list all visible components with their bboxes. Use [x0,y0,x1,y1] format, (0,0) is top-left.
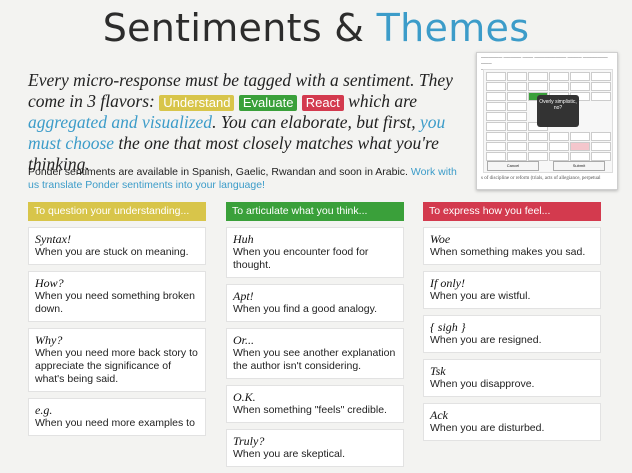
sentiment-term: Syntax! [35,232,71,246]
sentiment-card[interactable]: How? When you need something broken down… [28,271,206,322]
understand-tag: Understand [159,95,235,111]
react-tag: React [301,95,344,111]
sentiment-desc: When you need more examples to [35,417,195,429]
sentiment-desc: When you need more back story to appreci… [35,347,198,385]
sentiment-desc: When you are disturbed. [430,422,545,434]
sentiment-card[interactable]: Tsk When you disapprove. [423,359,601,397]
sentiment-term: { sigh } [430,320,466,334]
sentiment-card[interactable]: Truly? When you are skeptical. [226,429,404,467]
sentiment-term: Why? [35,333,63,347]
sentiment-term: Or... [233,333,255,347]
sentiment-term: e.g. [35,403,53,417]
sentiment-picker-preview: ────── ───── ─── ───────── ──── ─────── … [476,52,618,190]
understand-column: To question your understanding... Syntax… [28,202,206,442]
sentiment-card[interactable]: Apt! When you find a good analogy. [226,284,404,322]
sentiment-term: Ack [430,408,448,422]
sentiment-desc: When something makes you sad. [430,246,586,258]
title-main: Sentiments & [102,6,377,50]
understand-column-heading: To question your understanding... [28,202,206,221]
evaluate-tag: Evaluate [238,95,298,111]
intro-paragraph: Every micro-response must be tagged with… [28,70,468,175]
sentiment-card[interactable]: Woe When something makes you sad. [423,227,601,265]
page-title: Sentiments & Themes [0,6,632,50]
sentiment-term: Apt! [233,289,254,303]
intro-text-2: which are [343,91,417,111]
evaluate-column-heading: To articulate what you think... [226,202,404,221]
sentiment-desc: When something "feels" credible. [233,404,387,416]
sentiment-term: Truly? [233,434,265,448]
sentiment-term: Woe [430,232,451,246]
sentiment-term: O.K. [233,390,256,404]
sentiment-term: How? [35,276,64,290]
intro-text-3: . You can elaborate, but first, [212,112,420,132]
sentiment-card[interactable]: { sigh } When you are resigned. [423,315,601,353]
sentiment-desc: When you encounter food for thought. [233,246,369,271]
sentiment-desc: When you disapprove. [430,378,535,390]
sentiment-card[interactable]: Huh When you encounter food for thought. [226,227,404,278]
aggregated-link[interactable]: aggregated and visualized [28,112,212,132]
sentiment-card[interactable]: O.K. When something "feels" credible. [226,385,404,423]
preview-footer-text: s of discipline or reform (trials, acts … [481,176,601,181]
sentiment-card[interactable]: Why? When you need more back story to ap… [28,328,206,392]
sentiment-term: Tsk [430,364,446,378]
preview-submit-button: Submit [553,161,605,171]
sentiment-desc: When you are wistful. [430,290,531,302]
sentiment-card[interactable]: Ack When you are disturbed. [423,403,601,441]
title-accent: Themes [376,6,530,50]
sentiment-desc: When you are stuck on meaning. [35,246,189,258]
react-column: To express how you feel... Woe When some… [423,202,601,447]
sentiment-desc: When you see another explanation the aut… [233,347,396,372]
sentiment-card[interactable]: Syntax! When you are stuck on meaning. [28,227,206,265]
sentiment-card[interactable]: Or... When you see another explanation t… [226,328,404,379]
preview-tooltip: Overly simplistic, no? [537,95,579,127]
sentiment-term: If only! [430,276,465,290]
sentiment-desc: When you are resigned. [430,334,542,346]
evaluate-column: To articulate what you think... Huh When… [226,202,404,473]
translation-note-text: Ponder sentiments are available in Spani… [28,166,411,178]
sentiment-term: Huh [233,232,254,246]
react-column-heading: To express how you feel... [423,202,601,221]
sentiment-card[interactable]: e.g. When you need more examples to [28,398,206,436]
translation-note: Ponder sentiments are available in Spani… [28,166,468,192]
preview-cancel-button: Cancel [487,161,539,171]
sentiment-desc: When you are skeptical. [233,448,346,460]
sentiment-desc: When you need something broken down. [35,290,195,315]
sentiment-card[interactable]: If only! When you are wistful. [423,271,601,309]
sentiment-desc: When you find a good analogy. [233,303,377,315]
